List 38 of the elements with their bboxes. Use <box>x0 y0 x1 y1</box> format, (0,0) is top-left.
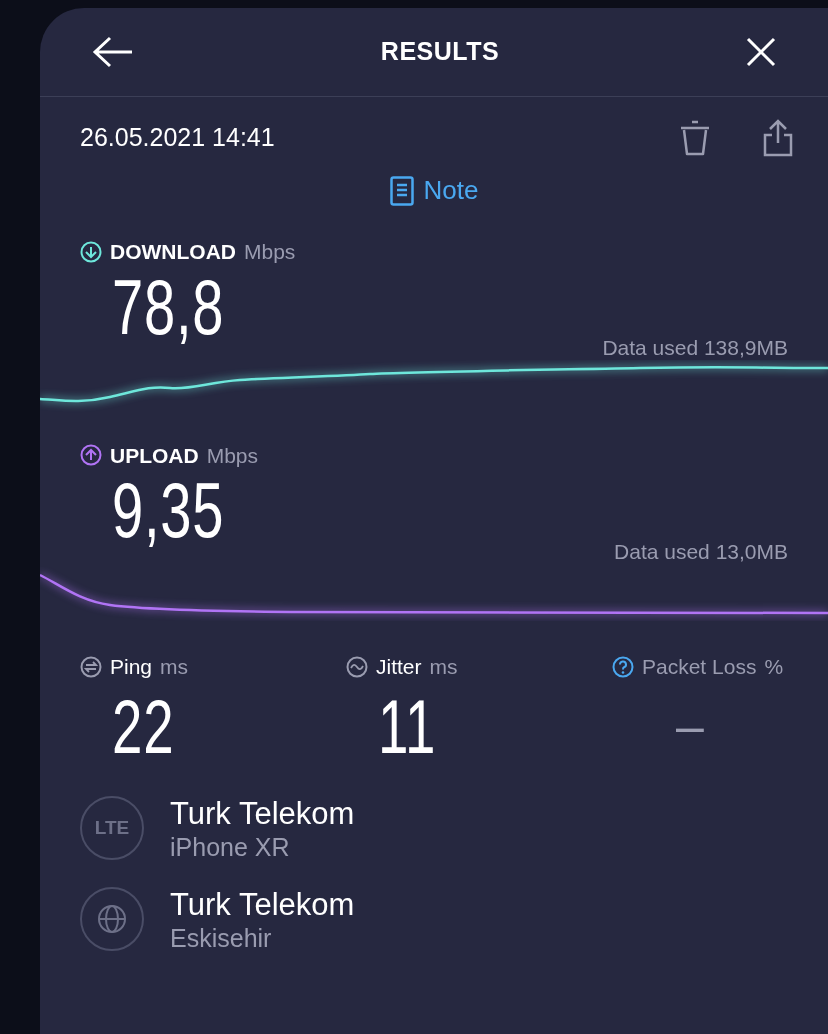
data-used-label: Data used 138,9MB <box>602 335 788 361</box>
metric-label: Packet Loss <box>642 654 757 680</box>
provider-name: Turk Telekom <box>170 885 355 923</box>
result-timestamp: 26.05.2021 14:41 <box>80 122 275 154</box>
metric-value: 11 <box>378 688 437 765</box>
unit-label: ms <box>160 654 189 680</box>
back-button[interactable] <box>92 36 134 68</box>
unit-label: Mbps <box>206 442 259 469</box>
unit-label: % <box>764 654 784 680</box>
ping-icon <box>80 655 102 678</box>
share-icon <box>762 119 794 157</box>
page-title: RESULTS <box>380 36 500 68</box>
download-speed-value: 78,8 <box>112 267 225 346</box>
data-used-label: Data used 13,0MB <box>614 538 788 565</box>
wave-icon <box>346 655 368 678</box>
note-button[interactable]: Note <box>389 171 479 210</box>
connection-detail: iPhone XR <box>170 831 291 862</box>
connection-detail: Eskisehir <box>170 922 273 953</box>
unit-label: Mbps <box>244 239 296 265</box>
upload-speed-value: 9,35 <box>112 471 225 549</box>
close-icon <box>746 37 776 67</box>
unit-label: ms <box>429 654 458 680</box>
close-button[interactable] <box>746 37 776 67</box>
metric-label: Jitter <box>376 654 422 680</box>
delete-button[interactable] <box>678 119 712 157</box>
trash-icon <box>678 119 712 157</box>
network-type-badge: LTE <box>80 796 144 861</box>
note-icon <box>389 175 414 206</box>
globe-icon <box>97 904 127 935</box>
share-button[interactable] <box>762 119 794 157</box>
help-icon[interactable] <box>612 655 634 678</box>
metric-value: – <box>676 696 704 756</box>
metric-value: 22 <box>112 688 175 765</box>
metric-label: Ping <box>110 654 153 680</box>
download-label: DOWNLOAD <box>110 239 236 265</box>
back-arrow-icon <box>92 36 134 68</box>
upload-label: UPLOAD <box>110 442 199 469</box>
provider-name: Turk Telekom <box>170 794 355 832</box>
